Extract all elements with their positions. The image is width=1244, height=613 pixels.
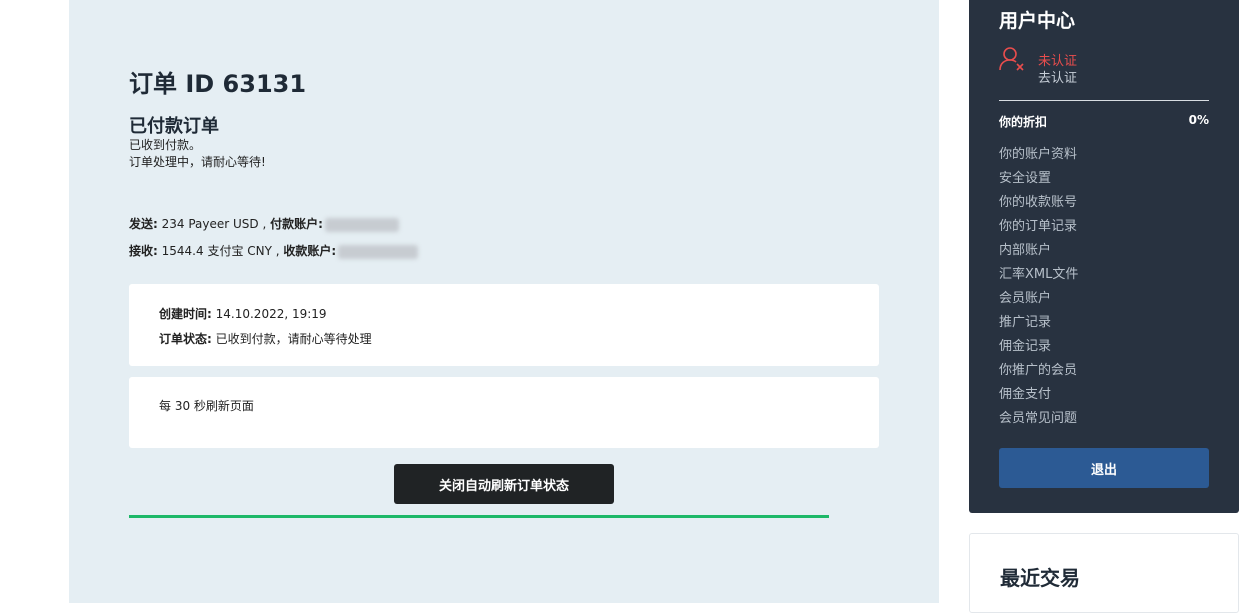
logout-button[interactable]: 退出 <box>999 448 1209 488</box>
menu-item-commission-records: 佣金记录 <box>999 337 1078 361</box>
order-status-title: 已付款订单 <box>129 116 219 137</box>
disable-auto-refresh-button[interactable]: 关闭自动刷新订单状态 <box>394 464 614 504</box>
receive-line: 接收: 1544.4 支付宝 CNY , 收款账户: <box>129 242 419 259</box>
send-label: 发送: <box>129 217 158 231</box>
recent-transactions-title: 最近交易 <box>1000 566 1080 590</box>
menu-item-referred-members: 你推广的会员 <box>999 361 1078 385</box>
status-message-received: 已收到付款。 <box>129 138 202 152</box>
menu-link-account-profile[interactable]: 你的账户资料 <box>999 147 1077 162</box>
menu-item-receiving-accounts: 你的收款账号 <box>999 193 1078 217</box>
menu-link-rates-xml[interactable]: 汇率XML文件 <box>999 267 1078 282</box>
send-value: 234 Payeer USD , <box>161 217 267 231</box>
menu-item-member-faq: 会员常见问题 <box>999 409 1078 433</box>
menu-item-account-profile: 你的账户资料 <box>999 145 1078 169</box>
menu-link-commission-payout[interactable]: 佣金支付 <box>999 387 1051 402</box>
menu-link-member-faq[interactable]: 会员常见问题 <box>999 411 1077 426</box>
menu-link-internal-account[interactable]: 内部账户 <box>999 243 1051 258</box>
recent-transactions-panel: 最近交易 <box>969 533 1239 613</box>
receive-account-label: 收款账户: <box>283 244 337 258</box>
menu-item-internal-account: 内部账户 <box>999 241 1078 265</box>
created-time-label: 创建时间: <box>159 307 212 321</box>
sidebar-divider <box>999 100 1209 101</box>
menu-link-receiving-accounts[interactable]: 你的收款账号 <box>999 195 1077 210</box>
order-status-row: 订单状态: 已收到付款，请耐心等待处理 <box>159 330 372 347</box>
menu-item-referral-records: 推广记录 <box>999 313 1078 337</box>
discount-value: 0% <box>1188 113 1209 127</box>
send-line: 发送: 234 Payeer USD , 付款账户: <box>129 215 399 232</box>
menu-link-security-settings[interactable]: 安全设置 <box>999 171 1051 186</box>
go-verify-link[interactable]: 去认证 <box>1038 67 1077 86</box>
order-status-label: 订单状态: <box>159 332 212 346</box>
created-time-value: 14.10.2022, 19:19 <box>215 307 327 321</box>
user-center-sidebar: 用户中心 未认证 去认证 你的折扣 0% 你的账户资料 安全设置 你的收款账号 … <box>969 0 1239 513</box>
order-panel: 订单 ID 63131 已付款订单 已收到付款。 订单处理中，请耐心等待! 发送… <box>69 0 939 603</box>
menu-item-member-account: 会员账户 <box>999 289 1078 313</box>
user-center-title: 用户中心 <box>999 10 1076 32</box>
refresh-notice-card: 每 30 秒刷新页面 <box>129 377 879 448</box>
menu-item-order-history: 你的订单记录 <box>999 217 1078 241</box>
receive-label: 接收: <box>129 244 158 258</box>
menu-link-referred-members[interactable]: 你推广的会员 <box>999 363 1077 378</box>
refresh-progress-fill <box>129 515 829 518</box>
menu-item-rates-xml: 汇率XML文件 <box>999 265 1078 289</box>
refresh-progress-bar <box>129 515 829 518</box>
receive-value: 1544.4 支付宝 CNY , <box>161 244 280 258</box>
receive-account-redacted <box>338 244 419 259</box>
order-info-card: 创建时间: 14.10.2022, 19:19 订单状态: 已收到付款，请耐心等… <box>129 284 879 366</box>
status-message-processing: 订单处理中，请耐心等待! <box>129 155 266 169</box>
created-time-row: 创建时间: 14.10.2022, 19:19 <box>159 305 327 322</box>
discount-label: 你的折扣 <box>999 115 1048 129</box>
menu-link-referral-records[interactable]: 推广记录 <box>999 315 1051 330</box>
menu-link-order-history[interactable]: 你的订单记录 <box>999 219 1077 234</box>
menu-link-commission-records[interactable]: 佣金记录 <box>999 339 1051 354</box>
user-menu: 你的账户资料 安全设置 你的收款账号 你的订单记录 内部账户 汇率XML文件 会… <box>999 145 1078 433</box>
pay-account-redacted <box>324 217 399 232</box>
menu-item-security-settings: 安全设置 <box>999 169 1078 193</box>
menu-item-commission-payout: 佣金支付 <box>999 385 1078 409</box>
refresh-notice-text: 每 30 秒刷新页面 <box>159 399 254 413</box>
menu-link-member-account[interactable]: 会员账户 <box>999 291 1051 306</box>
user-unverified-icon <box>999 47 1024 71</box>
order-title: 订单 ID 63131 <box>129 70 307 98</box>
order-status-value: 已收到付款，请耐心等待处理 <box>215 332 372 346</box>
pay-account-label: 付款账户: <box>270 217 323 231</box>
